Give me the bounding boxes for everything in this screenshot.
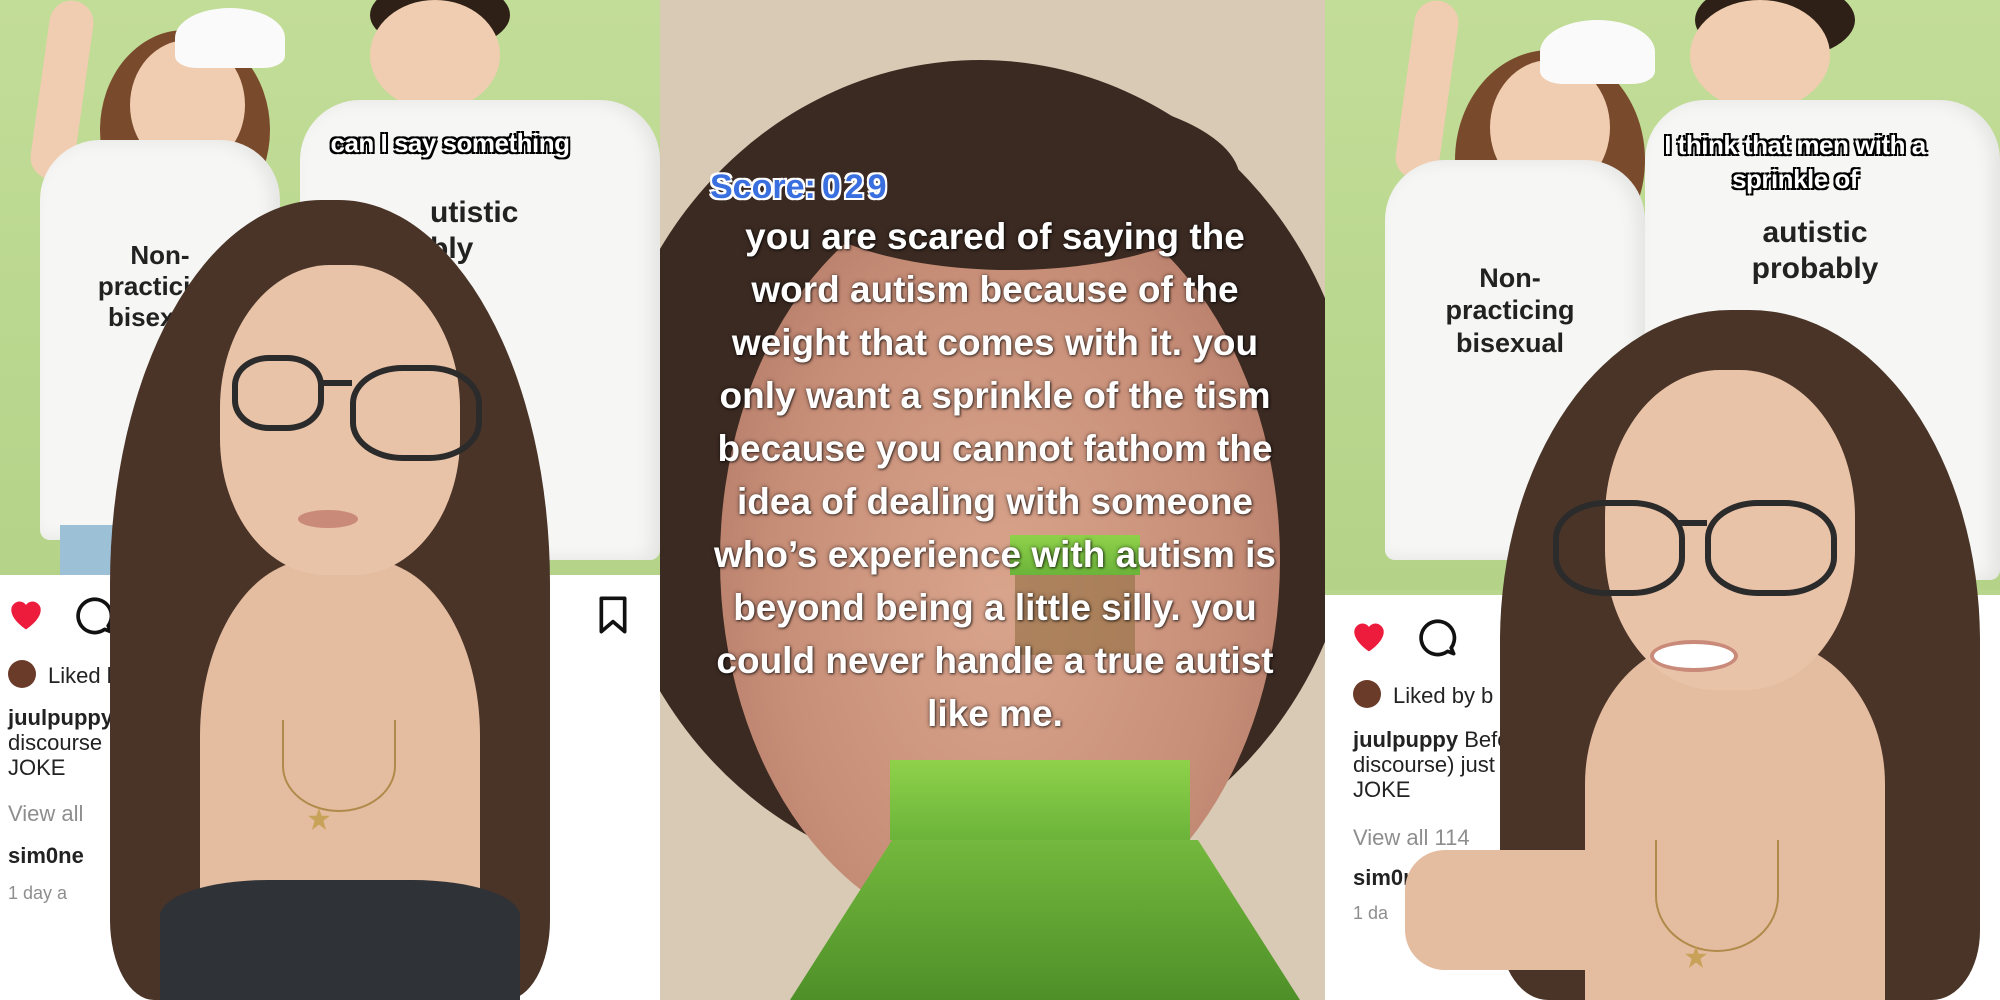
comment-username[interactable]: sim0ne	[8, 843, 84, 868]
post-caption-line: discourse	[8, 730, 103, 755]
right-panel: Non- practicing bisexual autistic probab…	[1325, 0, 2000, 1000]
post-caption-line: JOKE	[1353, 777, 1411, 802]
shirt-text-left: Non- practicing bisexual	[1445, 263, 1575, 358]
score-label: Score:	[710, 168, 816, 206]
post-timestamp: 1 da	[1353, 903, 1389, 923]
smile	[1650, 640, 1738, 672]
liked-by-text: Liked by b	[1393, 683, 1494, 708]
view-all-comments[interactable]: View all	[8, 801, 83, 826]
glasses-bridge	[318, 380, 352, 386]
shirt-text-right: autistic probably	[1751, 216, 1879, 285]
heart-icon[interactable]	[6, 595, 46, 631]
collage: Non- practicing bisexual utistic bly can…	[0, 0, 2000, 1000]
necklace	[282, 720, 396, 812]
caption: can I say something	[330, 128, 570, 158]
model-face-2	[370, 0, 500, 110]
bookmark-icon[interactable]	[596, 595, 630, 635]
post-username[interactable]: juulpuppy	[1353, 727, 1458, 752]
comment-icon[interactable]	[1417, 617, 1457, 657]
grass-block-top	[890, 760, 1190, 840]
glasses-left-lens	[1553, 500, 1685, 596]
necklace	[1655, 840, 1779, 952]
overlay-text: you are scared of saying the word autism…	[713, 216, 1277, 734]
creator-top	[160, 880, 520, 1000]
pointing-hand	[1405, 850, 1625, 970]
score-counter: Score: 029	[710, 168, 891, 207]
comment-icon[interactable]	[74, 595, 114, 635]
glasses-right-lens	[350, 365, 482, 461]
score-value: 029	[821, 168, 891, 206]
glasses-left-lens	[232, 355, 324, 431]
post-username[interactable]: juulpuppy	[8, 705, 113, 730]
avatar[interactable]	[8, 660, 36, 688]
post-caption-line: JOKE	[8, 755, 66, 780]
shirt-text-right: utistic bly	[430, 196, 519, 265]
glasses-right-lens	[1705, 500, 1837, 596]
post-caption-line: discourse) just	[1353, 752, 1495, 777]
heart-icon[interactable]	[1349, 617, 1389, 653]
avatar[interactable]	[1353, 680, 1381, 708]
glasses-bridge	[1675, 520, 1707, 526]
view-all-comments[interactable]: View all 114	[1353, 825, 1470, 850]
lips	[298, 510, 358, 528]
model-face-2	[1690, 0, 1830, 110]
caption: I think that men with a sprinkle of	[1664, 130, 1926, 194]
post-timestamp: 1 day a	[8, 883, 68, 903]
white-cap	[1540, 20, 1655, 84]
post-caption-line: juulpuppy Befo	[1353, 727, 1509, 752]
left-panel: Non- practicing bisexual utistic bly can…	[0, 0, 660, 1000]
white-cap	[175, 8, 285, 68]
